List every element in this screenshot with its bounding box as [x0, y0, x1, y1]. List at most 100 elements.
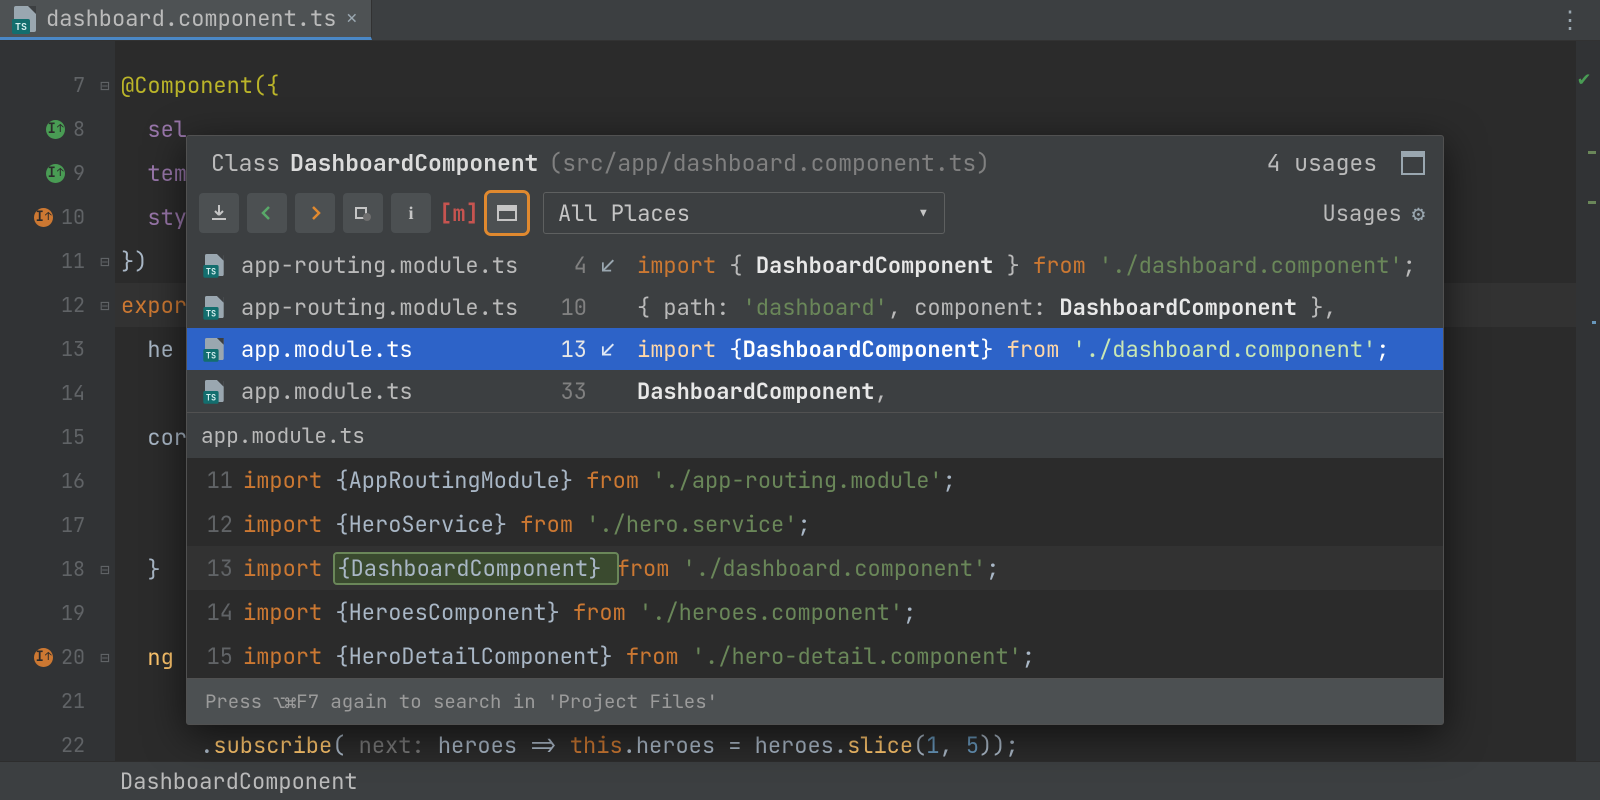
typescript-file-icon — [205, 338, 224, 360]
usages-count: 4 usages — [1267, 148, 1377, 178]
result-line: 10 — [555, 293, 587, 322]
preview-line-current: 13import {DashboardComponent} from './da… — [187, 546, 1443, 590]
inspect-ok-icon: ✔ — [1578, 65, 1590, 91]
popup-header: Class DashboardComponent (src/app/dashbo… — [187, 136, 1443, 184]
breadcrumb[interactable]: DashboardComponent — [120, 767, 358, 796]
fold-gutter: ⊟ ⊟ ⊟ ⊟ ⊟ — [95, 41, 115, 761]
implement-hint-icon[interactable]: I↑ — [46, 120, 65, 139]
result-snippet: DashboardComponent, — [637, 377, 1425, 406]
line-number: 14 — [61, 380, 85, 406]
result-line: 4 — [555, 251, 587, 280]
result-snippet: import {DashboardComponent} from './dash… — [637, 335, 1425, 364]
import-icon: ↙ — [601, 335, 623, 364]
status-bar: DashboardComponent — [0, 761, 1600, 800]
editor: 7 I↑8 I↑9 I↑10 11 12 13 14 15 16 17 18 1… — [0, 41, 1600, 761]
line-number: 21 — [61, 688, 85, 714]
preview-toggle-icon[interactable] — [487, 193, 527, 233]
code-text: he — [121, 335, 174, 364]
line-number: 17 — [61, 512, 85, 538]
line-number: 12 — [61, 292, 85, 318]
prev-occurrence-icon[interactable] — [247, 193, 287, 233]
line-number-gutter: 7 I↑8 I↑9 I↑10 11 12 13 14 15 16 17 18 1… — [0, 41, 95, 761]
tab-bar: dashboard.component.ts ✕ ⋮ — [0, 0, 1600, 41]
typescript-file-icon — [205, 254, 224, 276]
line-number: 20 — [61, 644, 85, 670]
next-occurrence-icon[interactable] — [295, 193, 335, 233]
code-text: sel — [121, 115, 187, 144]
info-icon[interactable]: i — [391, 193, 431, 233]
usage-result-selected[interactable]: app.module.ts 13 ↙ import {DashboardComp… — [187, 328, 1443, 370]
gear-icon: ⚙ — [1412, 199, 1425, 228]
implement-hint-icon[interactable]: I↑ — [46, 164, 65, 183]
code-text: } — [121, 555, 161, 584]
usage-result[interactable]: app.module.ts 33 DashboardComponent, — [187, 370, 1443, 412]
typescript-file-icon — [14, 6, 36, 32]
show-usages-popup: Class DashboardComponent (src/app/dashbo… — [186, 135, 1444, 725]
result-file: app-routing.module.ts — [241, 293, 541, 322]
regex-icon[interactable]: [m] — [439, 193, 479, 233]
line-number: 13 — [61, 336, 85, 362]
result-snippet: { path: 'dashboard', component: Dashboar… — [637, 293, 1425, 322]
fold-handle[interactable]: ⊟ — [95, 283, 115, 327]
usage-result[interactable]: app-routing.module.ts 4 ↙ import { Dashb… — [187, 244, 1443, 286]
group-by-icon[interactable] — [343, 193, 383, 233]
fold-handle[interactable]: ⊟ — [95, 63, 115, 107]
scope-selector[interactable]: All Places ▾ — [543, 192, 945, 234]
popup-title-prefix: Class — [211, 148, 280, 178]
usage-result[interactable]: app-routing.module.ts 10 { path: 'dashbo… — [187, 286, 1443, 328]
line-number: 9 — [73, 160, 85, 186]
popup-title-name: DashboardComponent — [290, 148, 538, 178]
open-in-tool-window-icon[interactable] — [1401, 151, 1425, 175]
line-number: 16 — [61, 468, 85, 494]
code-text: sty — [121, 203, 187, 232]
line-number: 10 — [61, 204, 85, 230]
stripe-mark[interactable] — [1592, 321, 1596, 324]
export-icon[interactable] — [199, 193, 239, 233]
code-text: ng — [121, 643, 174, 672]
popup-title-path: (src/app/dashboard.component.ts) — [548, 148, 990, 178]
result-file: app.module.ts — [241, 335, 541, 364]
stripe-mark[interactable] — [1588, 151, 1596, 154]
editor-tab[interactable]: dashboard.component.ts ✕ — [0, 0, 372, 40]
override-hint-icon[interactable]: I↑ — [34, 208, 53, 227]
code-text: @Component({ — [121, 71, 279, 100]
close-tab-icon[interactable]: ✕ — [346, 7, 357, 30]
code-text: tem — [121, 159, 187, 188]
preview-line: 12import {HeroService} from './hero.serv… — [187, 502, 1443, 546]
popup-toolbar: i [m] All Places ▾ Usages ⚙ — [187, 184, 1443, 244]
stripe-mark[interactable] — [1588, 201, 1596, 204]
line-number: 22 — [61, 732, 85, 758]
line-number: 11 — [61, 248, 85, 274]
preview-pane[interactable]: 11import {AppRoutingModule} from './app-… — [187, 458, 1443, 678]
preview-line: 14import {HeroesComponent} from './heroe… — [187, 590, 1443, 634]
override-hint-icon[interactable]: I↑ — [34, 648, 53, 667]
preview-line: 15import {HeroDetailComponent} from './h… — [187, 634, 1443, 678]
line-number: 7 — [73, 72, 85, 98]
results-list: app-routing.module.ts 4 ↙ import { Dashb… — [187, 244, 1443, 412]
error-stripe[interactable]: ✔ — [1576, 41, 1600, 761]
result-file: app.module.ts — [241, 377, 541, 406]
result-line: 33 — [555, 377, 587, 406]
typescript-file-icon — [205, 380, 224, 402]
tab-overflow-menu-icon[interactable]: ⋮ — [1540, 0, 1600, 40]
line-number: 15 — [61, 424, 85, 450]
line-number: 8 — [73, 116, 85, 142]
result-line: 13 — [555, 335, 587, 364]
preview-line: 11import {AppRoutingModule} from './app-… — [187, 458, 1443, 502]
tab-filename: dashboard.component.ts — [46, 4, 336, 33]
code-text: cor — [121, 423, 187, 452]
popup-hint: Press ⌥⌘F7 again to search in 'Project F… — [187, 678, 1443, 724]
preview-file-header: app.module.ts — [187, 412, 1443, 458]
preview-filename: app.module.ts — [201, 423, 365, 450]
scope-value: All Places — [558, 199, 690, 228]
usages-settings[interactable]: Usages ⚙ — [1323, 199, 1425, 228]
fold-handle[interactable]: ⊟ — [95, 547, 115, 591]
import-icon: ↙ — [601, 251, 623, 280]
fold-handle[interactable]: ⊟ — [95, 635, 115, 679]
typescript-file-icon — [205, 296, 224, 318]
result-file: app-routing.module.ts — [241, 251, 541, 280]
line-number: 19 — [61, 600, 85, 626]
code-text: }) — [121, 247, 147, 276]
result-snippet: import { DashboardComponent } from './da… — [637, 251, 1425, 280]
fold-handle[interactable]: ⊟ — [95, 239, 115, 283]
